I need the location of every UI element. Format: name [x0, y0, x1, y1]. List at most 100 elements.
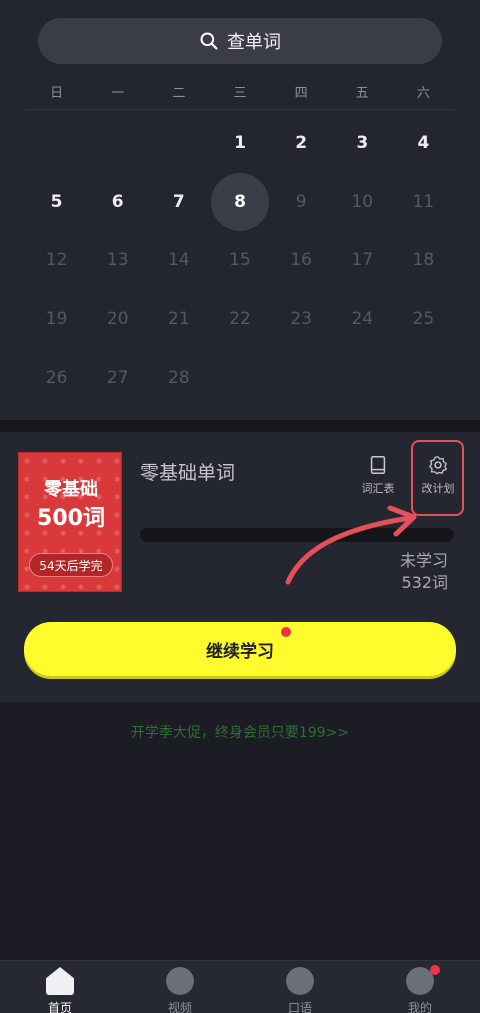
continue-learning-label: 继续学习	[206, 641, 274, 662]
calendar-day[interactable]: 7	[148, 173, 209, 232]
calendar-day-number: 25	[412, 309, 435, 330]
calendar-empty-cell	[148, 114, 209, 173]
tab-speaking[interactable]: 口语	[240, 961, 360, 1013]
calendar-day-number: 12	[45, 250, 68, 271]
calendar-day[interactable]: 6	[87, 173, 148, 232]
speech-icon	[286, 967, 314, 995]
calendar-day-number: 22	[229, 309, 251, 330]
continue-learning-button[interactable]: 继续学习	[24, 622, 456, 676]
calendar-day[interactable]: 13	[87, 231, 148, 290]
notification-dot	[281, 627, 291, 637]
calendar-day[interactable]: 18	[393, 231, 454, 290]
calendar-day[interactable]: 11	[393, 173, 454, 232]
weekday-label: 五	[355, 86, 369, 101]
promo-link[interactable]: 开学季大促，终身会员只要199>>	[0, 722, 480, 742]
calendar-empty-cell	[26, 114, 87, 173]
video-icon	[166, 967, 194, 995]
calendar-day[interactable]: 25	[393, 290, 454, 349]
tab-label: 口语	[287, 1001, 312, 1013]
vocab-list-label: 词汇表	[361, 482, 395, 495]
book-subtitle: 500词	[37, 506, 105, 531]
calendar-day-number: 19	[45, 309, 68, 330]
calendar-day[interactable]: 28	[148, 348, 209, 407]
calendar-day-number: 20	[106, 309, 129, 330]
calendar-day-number: 4	[417, 133, 430, 154]
weekday-label: 一	[111, 86, 125, 101]
calendar-day[interactable]: 22	[209, 290, 270, 349]
calendar-day-number: 3	[356, 133, 369, 154]
calendar-day[interactable]: 27	[87, 348, 148, 407]
search-icon	[200, 32, 218, 50]
calendar-day[interactable]: 10	[332, 173, 393, 232]
annotation-arrow-icon	[285, 505, 417, 585]
calendar-day-number: 10	[351, 191, 374, 212]
weekday-label: 三	[233, 86, 247, 101]
calendar-day[interactable]: 14	[148, 231, 209, 290]
tab-label: 首页	[47, 1001, 72, 1013]
calendar-day[interactable]: 8	[209, 172, 270, 232]
calendar-day-number: 27	[106, 367, 129, 388]
home-icon	[46, 967, 74, 995]
calendar-day-number: 26	[45, 367, 68, 388]
calendar-day[interactable]: 24	[332, 290, 393, 349]
tab-video[interactable]: 视频	[120, 961, 240, 1013]
calendar-day[interactable]: 17	[332, 231, 393, 290]
calendar-day-number: 11	[412, 191, 435, 212]
calendar-day[interactable]: 4	[393, 114, 454, 173]
calendar-day-number: 7	[172, 191, 185, 212]
calendar-day-number: 14	[168, 250, 190, 271]
search-label: 查单词	[227, 32, 281, 53]
calendar-day-number: 18	[412, 250, 435, 271]
search-button[interactable]: 查单词	[38, 18, 442, 64]
calendar-day[interactable]: 15	[209, 231, 270, 290]
calendar-day-number: 17	[351, 250, 374, 271]
calendar-day-number: 13	[106, 250, 129, 271]
calendar-day[interactable]: 23	[271, 290, 332, 349]
calendar-empty-cell	[87, 114, 148, 173]
bottom-tab-bar: 首页 视频 口语 我的	[0, 960, 480, 1013]
calendar-day[interactable]: 1	[209, 114, 270, 173]
calendar-panel: 查单词 日 一 二 三 四 五 六 1 2 3 4 5 6 7 8 9 10 11 12 13 14 15 1…	[0, 0, 480, 420]
calendar-day-number: 5	[50, 191, 63, 212]
book-cover[interactable]: 零基础 500词 54天后学完	[18, 452, 122, 592]
calendar-day-number: 6	[111, 191, 124, 212]
calendar-day[interactable]: 2	[271, 114, 332, 173]
calendar-day-number: 15	[229, 250, 251, 271]
gear-icon	[429, 456, 447, 475]
calendar-day[interactable]: 20	[87, 290, 148, 349]
calendar-day[interactable]: 21	[148, 290, 209, 349]
calendar-day-number: 2	[295, 133, 308, 154]
change-plan-button[interactable]: 改计划	[414, 454, 462, 504]
calendar-day-number: 9	[295, 191, 307, 212]
tab-label: 视频	[167, 1001, 192, 1013]
weekday-label: 日	[50, 86, 64, 101]
calendar-grid: 1 2 3 4 5 6 7 8 9 10 11 12 13 14 15 16 17 18 19 20 21 22 23 24 2…	[26, 114, 454, 407]
calendar-day-number: 28	[168, 367, 190, 388]
book-title: 零基础	[44, 479, 98, 500]
tab-home[interactable]: 首页	[0, 961, 120, 1013]
calendar-day-number: 8	[210, 172, 269, 231]
calendar-day-number: 24	[351, 309, 374, 330]
calendar-day[interactable]: 16	[271, 231, 332, 290]
book-icon	[370, 456, 386, 474]
calendar-day[interactable]: 26	[26, 348, 87, 407]
tab-label: 我的	[407, 1001, 432, 1013]
calendar-day-number: 23	[290, 309, 312, 330]
calendar-day[interactable]: 3	[332, 114, 393, 173]
book-days-badge: 54天后学完	[29, 553, 113, 577]
plan-name: 零基础单词	[140, 462, 236, 484]
calendar-day[interactable]: 9	[271, 173, 332, 232]
weekday-label: 六	[416, 86, 430, 101]
tab-profile[interactable]: 我的	[360, 961, 480, 1013]
weekday-label: 四	[294, 86, 308, 101]
profile-notification-dot	[430, 965, 440, 975]
calendar-day-number: 16	[290, 250, 312, 271]
vocab-list-button[interactable]: 词汇表	[354, 454, 402, 504]
calendar-day[interactable]: 5	[26, 173, 87, 232]
change-plan-label: 改计划	[421, 482, 455, 495]
calendar-day[interactable]: 19	[26, 290, 87, 349]
section-divider	[0, 420, 480, 432]
calendar-day-number: 1	[234, 133, 246, 154]
calendar-day-number: 21	[168, 309, 190, 330]
calendar-day[interactable]: 12	[26, 231, 87, 290]
